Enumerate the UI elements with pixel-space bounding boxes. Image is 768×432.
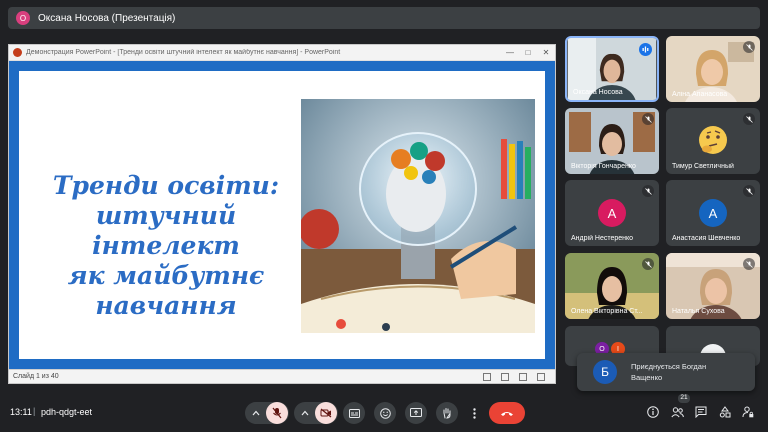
leave-call-button[interactable] xyxy=(489,402,525,424)
powerpoint-titlebar: Демонстрация PowerPoint - [Тренди освіти… xyxy=(9,45,555,61)
activities-icon xyxy=(719,406,731,418)
participant-avatar: А xyxy=(699,199,727,227)
participant-tile[interactable]: А Анастасия Шевченко xyxy=(666,180,760,246)
camera-control-group xyxy=(294,402,338,424)
participant-name: Олена Вікторівна Ст... xyxy=(571,308,643,315)
more-vert-icon xyxy=(472,407,476,419)
chat-button[interactable] xyxy=(694,405,708,419)
slide-frame: Тренди освіти: штучний інтелект як майбу… xyxy=(9,61,555,371)
mic-off-icon xyxy=(743,258,755,270)
participant-tile[interactable]: Аліна Апанасова xyxy=(666,36,760,102)
more-options-button[interactable] xyxy=(467,402,481,424)
slide-title-line-3: як майбутнє xyxy=(67,261,265,290)
powerpoint-window-title: Демонстрация PowerPoint - [Тренди освіти… xyxy=(26,49,341,56)
participant-name: Анастасия Шевченко xyxy=(672,235,741,242)
participant-tile[interactable]: Олена Вікторівна Ст... xyxy=(565,253,659,319)
present-now-button[interactable] xyxy=(405,402,427,424)
chevron-up-icon xyxy=(301,410,309,416)
presenter-label: Оксана Носова (Презентація) xyxy=(38,12,176,24)
people-button[interactable] xyxy=(670,405,684,419)
reading-view-icon[interactable] xyxy=(519,372,527,381)
mic-control-group xyxy=(245,402,289,424)
slide-title: Тренди освіти: штучний інтелект як майбу… xyxy=(31,171,301,321)
hang-up-icon xyxy=(501,411,513,416)
slideshow-icon[interactable] xyxy=(537,372,545,381)
mic-off-icon xyxy=(642,185,654,197)
minimize-icon[interactable]: — xyxy=(501,48,519,57)
present-screen-icon xyxy=(410,408,422,417)
mic-off-icon xyxy=(642,258,654,270)
slide-title-line-4: навчання xyxy=(95,291,237,320)
join-notification-text: Приєднується Богдан Ващенко xyxy=(631,362,707,382)
raise-hand-button[interactable] xyxy=(436,402,458,424)
participant-count-badge: 21 xyxy=(678,394,690,403)
reactions-button[interactable] xyxy=(374,402,396,424)
slide-title-line-2: штучний інтелект xyxy=(92,201,240,260)
mic-off-icon xyxy=(272,407,282,419)
maximize-icon[interactable]: □ xyxy=(519,48,537,57)
participant-tile[interactable]: Оксана Носова xyxy=(565,36,659,102)
participant-tile[interactable]: Наталья Сухова xyxy=(666,253,760,319)
time-separator: | xyxy=(33,406,36,416)
close-icon[interactable]: ✕ xyxy=(537,48,555,57)
chat-icon xyxy=(695,406,707,418)
participant-name: Тимур Светличный xyxy=(672,163,734,170)
captions-icon xyxy=(348,408,360,418)
participant-tile[interactable]: Тимур Светличный xyxy=(666,108,760,174)
video-options-button[interactable] xyxy=(295,410,315,416)
bottom-control-bar: 13:11 | pdh-qdgt-eet xyxy=(0,396,768,432)
slide: Тренди освіти: штучний інтелект як майбу… xyxy=(19,71,545,359)
presenter-bar: О Оксана Носова (Презентація) xyxy=(8,7,760,29)
participant-name: Андрій Нестеренко xyxy=(571,235,634,242)
raise-hand-icon xyxy=(443,408,451,419)
people-icon xyxy=(670,406,684,417)
info-icon xyxy=(647,406,659,418)
join-notification-avatar: Б xyxy=(593,360,617,384)
slide-illustration xyxy=(301,99,535,333)
thinking-emoji-avatar xyxy=(699,126,727,154)
speaking-icon xyxy=(639,43,652,56)
powerpoint-logo-icon xyxy=(13,48,22,57)
participant-tile[interactable]: А Андрій Нестеренко xyxy=(565,180,659,246)
meeting-code: pdh-qdgt-eet xyxy=(41,407,93,417)
slide-counter: Слайд 1 из 40 xyxy=(13,373,59,380)
mic-off-icon xyxy=(743,185,755,197)
camera-off-icon xyxy=(320,408,332,418)
lock-person-icon xyxy=(742,406,754,418)
powerpoint-statusbar: Слайд 1 из 40 xyxy=(9,369,555,383)
powerpoint-window: Демонстрация PowerPoint - [Тренди освіти… xyxy=(8,44,556,384)
slide-sorter-icon[interactable] xyxy=(501,372,509,381)
mic-off-icon xyxy=(642,113,654,125)
emoji-icon xyxy=(379,407,391,419)
join-notification: Б Приєднується Богдан Ващенко xyxy=(577,353,755,391)
participant-name: Аліна Апанасова xyxy=(672,91,728,98)
slide-title-line-1: Тренди освіти: xyxy=(52,171,280,200)
normal-view-icon[interactable] xyxy=(483,372,491,381)
captions-button[interactable] xyxy=(343,402,365,424)
mic-off-icon xyxy=(743,41,755,53)
participant-tile[interactable]: Вікторія Гончаренко xyxy=(565,108,659,174)
chevron-up-icon xyxy=(252,410,260,416)
participant-avatar: А xyxy=(598,199,626,227)
meet-window: О Оксана Носова (Презентація) Демонстрац… xyxy=(0,0,768,432)
mic-toggle-button[interactable] xyxy=(266,402,288,424)
participant-name: Оксана Носова xyxy=(573,89,623,96)
meeting-details-button[interactable] xyxy=(646,405,660,419)
camera-toggle-button[interactable] xyxy=(315,402,337,424)
participant-name: Наталья Сухова xyxy=(672,308,725,315)
activities-button[interactable] xyxy=(718,405,732,419)
host-controls-button[interactable] xyxy=(741,405,755,419)
presenter-avatar: О xyxy=(16,11,30,25)
current-time: 13:11 xyxy=(10,407,32,417)
participant-name: Вікторія Гончаренко xyxy=(571,163,636,170)
audio-options-button[interactable] xyxy=(246,410,266,416)
mic-off-icon xyxy=(743,113,755,125)
